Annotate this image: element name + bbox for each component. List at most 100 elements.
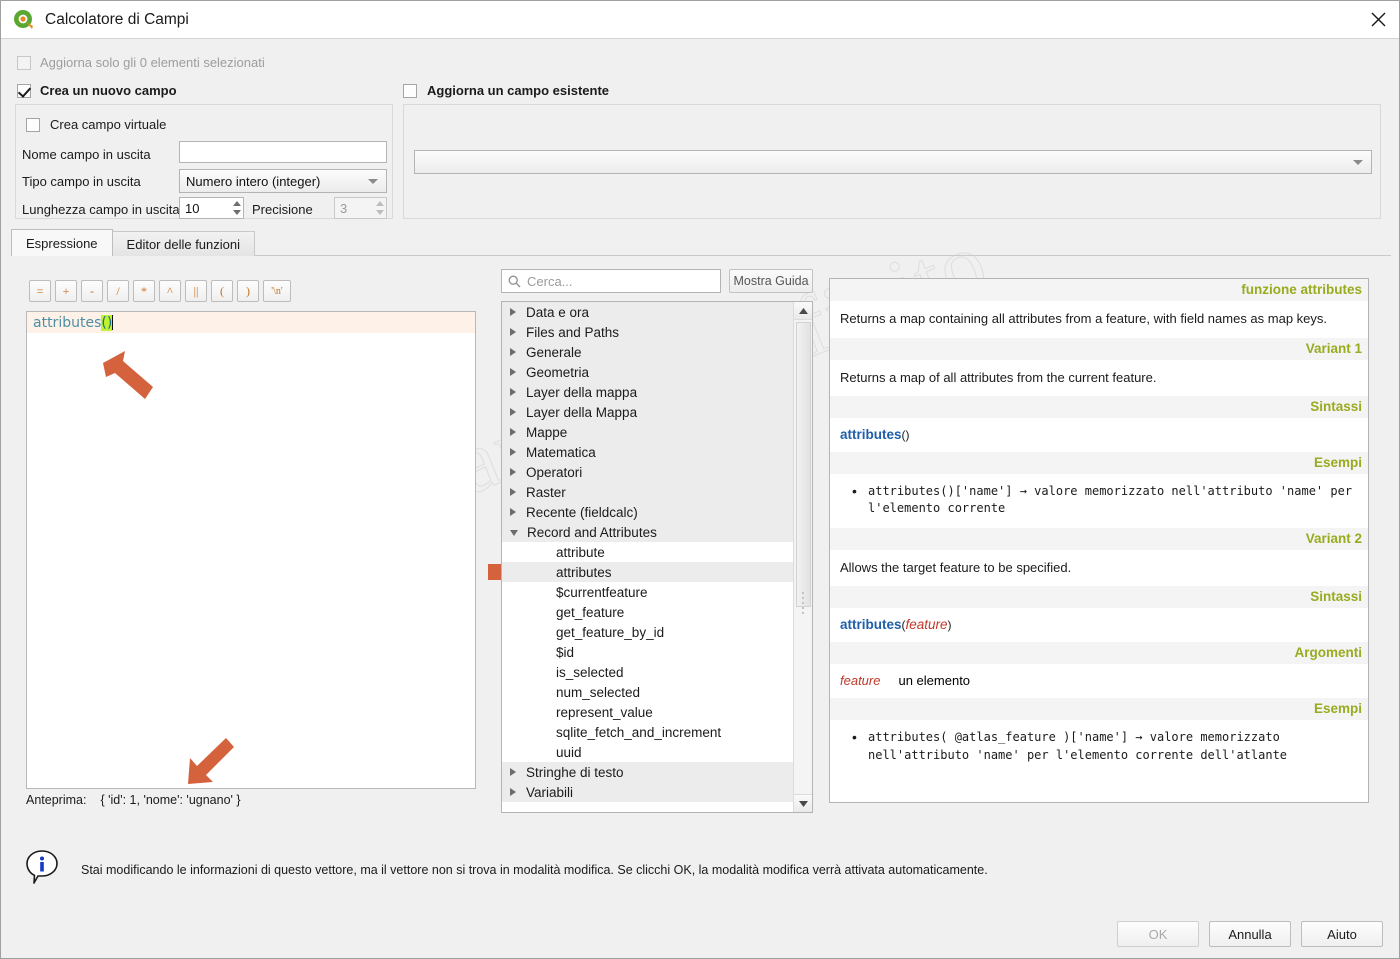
tree-item-currentfeature[interactable]: $currentfeature bbox=[502, 582, 794, 602]
output-length-stepper[interactable]: 10 bbox=[179, 197, 244, 219]
update-existing-field-checkbox[interactable] bbox=[403, 83, 417, 98]
scroll-up-icon[interactable] bbox=[794, 302, 812, 320]
existing-field-combo[interactable] bbox=[414, 150, 1372, 174]
tree-group-variabili[interactable]: Variabili bbox=[502, 782, 794, 802]
operator-button-divide[interactable]: / bbox=[107, 280, 129, 302]
chevron-right-icon[interactable] bbox=[510, 408, 516, 416]
search-input[interactable]: Cerca... bbox=[501, 269, 721, 293]
operator-button-newline[interactable]: '\n' bbox=[263, 280, 291, 302]
output-type-combo[interactable]: Numero intero (integer) bbox=[179, 169, 387, 193]
tree-group-files-and-paths[interactable]: Files and Paths bbox=[502, 322, 794, 342]
help-syntax-function-name: attributes bbox=[840, 617, 902, 633]
output-name-input[interactable] bbox=[179, 141, 387, 163]
tree-group-record-and-attributes[interactable]: Record and Attributes bbox=[502, 522, 794, 542]
help-variant1-syntax: attributes() bbox=[838, 418, 1360, 452]
help-examples-heading-2: Esempi bbox=[830, 698, 1368, 721]
chevron-right-icon[interactable] bbox=[510, 788, 516, 796]
tree-group-geometria[interactable]: Geometria bbox=[502, 362, 794, 382]
precision-stepper: 3 bbox=[334, 197, 387, 219]
chevron-right-icon[interactable] bbox=[510, 388, 516, 396]
cancel-button[interactable]: Annulla bbox=[1209, 921, 1291, 947]
tree-group-matematica[interactable]: Matematica bbox=[502, 442, 794, 462]
operator-button-open-paren[interactable]: ( bbox=[211, 280, 233, 302]
tree-item-get-feature-by-id[interactable]: get_feature_by_id bbox=[502, 622, 794, 642]
tree-item-sqlite-fetch-and-increment[interactable]: sqlite_fetch_and_increment bbox=[502, 722, 794, 742]
virtual-field-checkbox-row[interactable]: Crea campo virtuale bbox=[26, 117, 166, 132]
chevron-right-icon[interactable] bbox=[510, 348, 516, 356]
chevron-right-icon[interactable] bbox=[510, 768, 516, 776]
tree-item-attribute[interactable]: attribute bbox=[502, 542, 794, 562]
create-new-field-checkbox[interactable] bbox=[17, 83, 31, 98]
tree-group-layer-della-mappa[interactable]: Layer della mappa bbox=[502, 382, 794, 402]
chevron-down-icon[interactable] bbox=[510, 530, 518, 536]
tree-group-generale[interactable]: Generale bbox=[502, 342, 794, 362]
expression-function-token: attributes bbox=[33, 314, 102, 331]
tree-group-data-e-ora[interactable]: Data e ora bbox=[502, 302, 794, 322]
search-row: Cerca... Mostra Guida bbox=[501, 269, 813, 293]
stepper-up-icon[interactable] bbox=[233, 201, 241, 206]
tree-group-recente-fieldcalc[interactable]: Recente (fieldcalc) bbox=[502, 502, 794, 522]
help-button[interactable]: Aiuto bbox=[1301, 921, 1383, 947]
tree-item-represent-value[interactable]: represent_value bbox=[502, 702, 794, 722]
tree-item-label: attributes bbox=[556, 564, 612, 580]
tree-item-label: sqlite_fetch_and_increment bbox=[556, 724, 722, 740]
tree-group-mappe[interactable]: Mappe bbox=[502, 422, 794, 442]
operator-button-minus[interactable]: - bbox=[81, 280, 103, 302]
help-argument-row: feature un elemento bbox=[838, 664, 1360, 698]
chevron-right-icon[interactable] bbox=[510, 328, 516, 336]
output-type-value: Numero intero (integer) bbox=[186, 173, 321, 189]
info-icon bbox=[25, 849, 59, 890]
tree-item-label: Layer della mappa bbox=[526, 384, 638, 400]
tree-item-label: Matematica bbox=[526, 444, 596, 460]
operator-button-plus[interactable]: + bbox=[55, 280, 77, 302]
output-length-label: Lunghezza campo in uscita bbox=[22, 202, 180, 217]
info-message: Stai modificando le informazioni di ques… bbox=[81, 862, 988, 877]
close-icon[interactable] bbox=[1355, 1, 1399, 38]
operator-button-close-paren[interactable]: ) bbox=[237, 280, 259, 302]
chevron-right-icon[interactable] bbox=[510, 508, 516, 516]
chevron-right-icon[interactable] bbox=[510, 368, 516, 376]
function-tree-scrollbar[interactable] bbox=[793, 302, 812, 812]
chevron-right-icon[interactable] bbox=[510, 448, 516, 456]
operator-button-power[interactable]: ^ bbox=[159, 280, 181, 302]
chevron-right-icon[interactable] bbox=[510, 468, 516, 476]
operator-button-multiply[interactable]: * bbox=[133, 280, 155, 302]
update-selected-checkbox-row[interactable]: Aggiorna solo gli 0 elementi selezionati bbox=[17, 55, 265, 70]
tab-espressione[interactable]: Espressione bbox=[11, 229, 113, 256]
help-variant2-syntax: attributes(feature) bbox=[838, 608, 1360, 642]
operator-button-equals[interactable]: = bbox=[29, 280, 51, 302]
tree-item-get-feature[interactable]: get_feature bbox=[502, 602, 794, 622]
output-type-label: Tipo campo in uscita bbox=[22, 174, 141, 189]
chevron-right-icon[interactable] bbox=[510, 308, 516, 316]
chevron-down-icon bbox=[368, 179, 378, 184]
tree-group-raster[interactable]: Raster bbox=[502, 482, 794, 502]
tree-item-is-selected[interactable]: is_selected bbox=[502, 662, 794, 682]
virtual-field-checkbox[interactable] bbox=[26, 117, 40, 132]
tree-item-id[interactable]: $id bbox=[502, 642, 794, 662]
expression-input[interactable]: attributes( ) bbox=[26, 311, 476, 789]
help-examples-heading-1: Esempi bbox=[830, 452, 1368, 475]
help-variant1-description: Returns a map of all attributes from the… bbox=[840, 369, 1157, 385]
stepper-down-icon bbox=[376, 210, 384, 215]
scrollbar-thumb[interactable] bbox=[796, 322, 811, 607]
tree-group-stringhe-di-testo[interactable]: Stringhe di testo bbox=[502, 762, 794, 782]
function-tree[interactable]: Data e ora Files and Paths Generale Geometr… bbox=[501, 301, 813, 813]
update-existing-field-checkbox-row[interactable]: Aggiorna un campo esistente bbox=[403, 83, 609, 98]
operator-button-concat[interactable]: || bbox=[185, 280, 207, 302]
ok-button[interactable]: OK bbox=[1117, 921, 1199, 947]
chevron-right-icon[interactable] bbox=[510, 428, 516, 436]
stepper-down-icon[interactable] bbox=[233, 210, 241, 215]
tab-editor-funzioni[interactable]: Editor delle funzioni bbox=[111, 231, 256, 256]
show-help-button[interactable]: Mostra Guida bbox=[729, 269, 813, 293]
tree-item-label: Stringhe di testo bbox=[526, 764, 624, 780]
scroll-down-icon[interactable] bbox=[794, 794, 812, 812]
tree-group-layer-della-mappa[interactable]: Layer della Mappa bbox=[502, 402, 794, 422]
text-caret bbox=[112, 315, 114, 330]
chevron-right-icon[interactable] bbox=[510, 488, 516, 496]
create-new-field-checkbox-row[interactable]: Crea un nuovo campo bbox=[17, 83, 177, 98]
tree-group-operatori[interactable]: Operatori bbox=[502, 462, 794, 482]
tree-item-uuid[interactable]: uuid bbox=[502, 742, 794, 762]
tree-item-attributes[interactable]: attributes bbox=[502, 562, 794, 582]
virtual-field-label: Crea campo virtuale bbox=[50, 117, 167, 132]
tree-item-num-selected[interactable]: num_selected bbox=[502, 682, 794, 702]
